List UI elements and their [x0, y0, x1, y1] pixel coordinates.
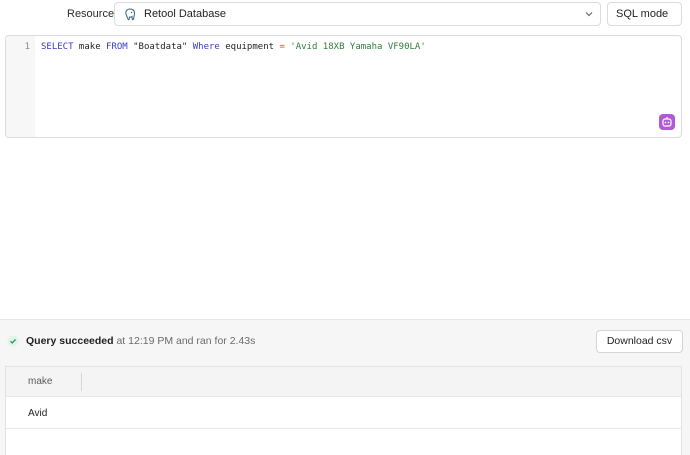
code-token-keyword: SELECT [41, 42, 74, 52]
code-token-ident: "Boatdata" [127, 42, 193, 52]
check-circle-icon [7, 335, 19, 347]
resource-value: Retool Database [144, 8, 226, 20]
status-label: Query succeeded [26, 335, 114, 347]
code-token-keyword: FROM [106, 42, 128, 52]
status-detail: at 12:19 PM and ran for 2.43s [113, 335, 256, 347]
resource-label: Resource [67, 8, 115, 20]
code-line[interactable]: SELECT make FROM "Boatdata" Where equipm… [41, 42, 426, 52]
mode-select[interactable]: SQL mode [607, 2, 682, 26]
table-header: make [6, 367, 681, 397]
code-token-keyword: Where [192, 42, 220, 52]
chevron-down-icon [585, 12, 593, 17]
line-number: 1 [24, 42, 30, 52]
query-status: Query succeeded at 12:19 PM and ran for … [26, 335, 255, 347]
ai-assist-button[interactable] [659, 114, 675, 130]
resource-row: Resource Retool Database SQL mode [0, 2, 690, 26]
results-table: make Avid [5, 366, 682, 455]
resource-select[interactable]: Retool Database [114, 2, 601, 26]
code-token-string: 'Avid 18XB Yamaha VF90LA' [290, 42, 426, 52]
postgres-elephant-icon [125, 8, 136, 21]
editor-gutter: 1 [6, 36, 35, 137]
code-token-ident: equipment [219, 42, 280, 52]
download-csv-button[interactable]: Download csv [596, 330, 683, 353]
table-cell: Avid [28, 408, 48, 419]
sql-editor[interactable]: 1 SELECT make FROM "Boatdata" Where equi… [5, 35, 682, 138]
code-token-ident: make [73, 42, 107, 52]
table-row[interactable]: Avid [6, 398, 681, 429]
results-panel: Query succeeded at 12:19 PM and ran for … [0, 319, 690, 455]
mode-value: SQL mode [616, 8, 669, 20]
ai-assist-icon [662, 117, 672, 127]
column-header-make[interactable]: make [28, 367, 52, 397]
column-resize-handle[interactable] [81, 373, 82, 391]
